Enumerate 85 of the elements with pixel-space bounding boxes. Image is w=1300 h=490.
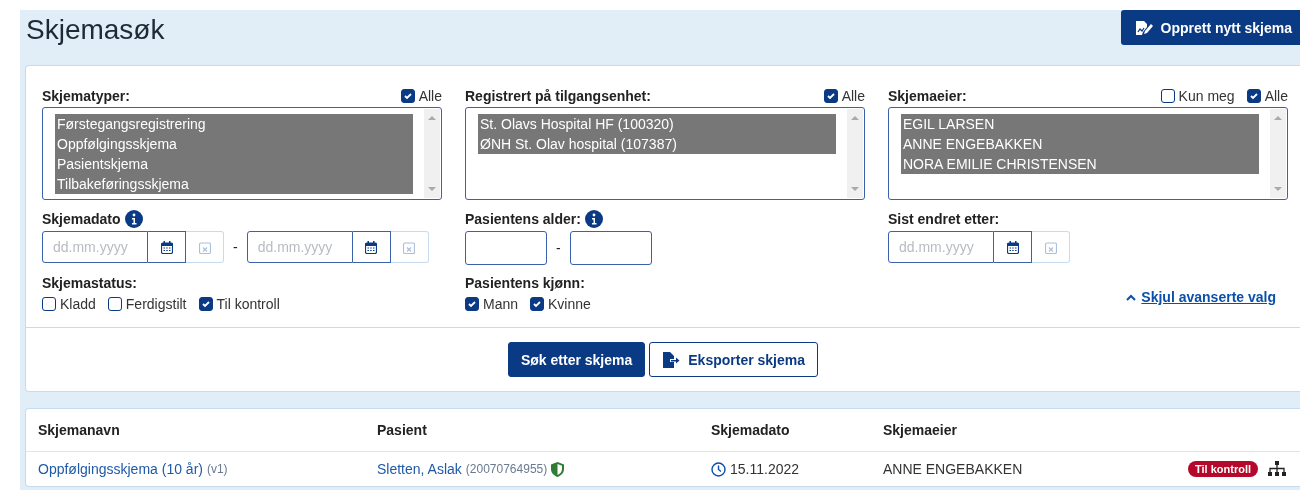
scroll-up-icon[interactable] xyxy=(851,115,859,121)
scrollbar[interactable] xyxy=(424,109,440,198)
list-option[interactable]: Oppfølgingsskjema xyxy=(55,134,413,154)
calendar-icon xyxy=(160,240,173,254)
date-input[interactable]: dd.mm.yyyy xyxy=(246,231,353,263)
check-icon xyxy=(200,299,211,309)
scroll-up-icon[interactable] xyxy=(428,115,436,121)
list-option[interactable]: St. Olavs Hospital HF (100320) xyxy=(478,114,836,134)
export-button[interactable]: Eksporter skjema xyxy=(649,342,818,377)
date-input[interactable]: dd.mm.yyyy xyxy=(888,231,994,263)
checkbox-option[interactable]: Ferdigstilt xyxy=(107,296,187,312)
column-header: Skjemadato xyxy=(711,422,791,438)
calendar-icon xyxy=(365,240,378,254)
checkbox-option[interactable]: Alle xyxy=(400,88,442,104)
check-icon xyxy=(825,91,836,101)
scroll-down-icon[interactable] xyxy=(428,186,436,192)
clock-icon xyxy=(711,461,726,477)
field-label: Skjemastatus: xyxy=(42,275,137,291)
chevron-up-icon xyxy=(1126,293,1137,301)
checkbox-option[interactable]: Kun meg xyxy=(1160,88,1235,104)
page-title: Skjemasøk xyxy=(26,14,165,46)
scrollbar[interactable] xyxy=(847,109,863,198)
range-separator: - xyxy=(556,240,561,256)
check-icon xyxy=(1248,91,1259,101)
field-label: Sist endret etter: xyxy=(888,211,1000,227)
field-label: Skjematyper: xyxy=(42,88,130,104)
range-separator: - xyxy=(233,239,238,255)
checkbox-option[interactable]: Til kontroll xyxy=(198,296,280,312)
calendar-button[interactable] xyxy=(994,231,1032,263)
check-icon xyxy=(532,299,543,309)
hide-advanced-link[interactable]: Skjul avanserte valg xyxy=(1141,289,1276,305)
checkbox-option[interactable]: Mann xyxy=(465,296,519,312)
field-label: Skjemaeier: xyxy=(888,88,967,104)
scrollbar[interactable] xyxy=(1270,109,1286,198)
form-name-link[interactable]: Oppfølgingsskjema (10 år) xyxy=(38,461,203,477)
table-cell: 15.11.2022 xyxy=(730,461,800,477)
clear-date-button[interactable] xyxy=(390,231,429,263)
list-option[interactable]: Førstegangsregistrering xyxy=(55,114,413,134)
hierarchy-icon[interactable] xyxy=(1268,461,1286,477)
calendar-clear-icon xyxy=(1044,240,1057,254)
export-file-icon xyxy=(662,351,681,368)
edit-document-icon xyxy=(1134,19,1153,36)
column-header: Skjemanavn xyxy=(38,422,121,438)
list-option[interactable]: ANNE ENGEBAKKEN xyxy=(901,134,1259,154)
checkbox-option[interactable]: Kvinne xyxy=(530,296,591,312)
list-option[interactable]: NORA EMILIE CHRISTENSEN xyxy=(901,154,1259,174)
status-badge: Til kontroll xyxy=(1187,461,1258,477)
check-icon xyxy=(467,299,477,309)
age-input[interactable] xyxy=(569,231,652,265)
multi-select-list[interactable]: St. Olavs Hospital HF (100320) ØNH St. Olav hospital (107387) xyxy=(465,107,865,200)
list-option[interactable]: EGIL LARSEN xyxy=(901,114,1259,134)
calendar-clear-icon xyxy=(403,240,416,254)
calendar-button[interactable] xyxy=(352,231,391,263)
info-icon[interactable] xyxy=(124,210,143,228)
checkbox-option[interactable]: Kladd xyxy=(42,296,96,312)
scroll-up-icon[interactable] xyxy=(1274,115,1282,121)
scroll-down-icon[interactable] xyxy=(851,186,859,192)
field-label: Pasientens alder: xyxy=(465,211,581,227)
multi-select-list[interactable]: EGIL LARSEN ANNE ENGEBAKKEN NORA EMILIE CHRISTENSEN xyxy=(888,107,1288,200)
shield-icon xyxy=(551,461,565,477)
create-form-button[interactable]: Opprett nytt skjema xyxy=(1120,10,1300,45)
column-header: Skjemaeier xyxy=(883,422,958,438)
age-input[interactable] xyxy=(465,231,547,265)
version-label: (v1) xyxy=(206,462,228,476)
check-icon xyxy=(402,91,413,101)
date-input[interactable]: dd.mm.yyyy xyxy=(42,231,148,263)
calendar-icon xyxy=(1006,240,1019,254)
calendar-button[interactable] xyxy=(148,231,186,263)
field-label: Registrert på tilgangsenhet: xyxy=(465,88,651,104)
list-option[interactable]: Tilbakeføringsskjema xyxy=(55,174,413,194)
list-option[interactable]: ØNH St. Olav hospital (107387) xyxy=(478,134,836,154)
checkbox-option[interactable]: Alle xyxy=(1246,88,1288,104)
info-icon[interactable] xyxy=(584,210,603,228)
field-label: Pasientens kjønn: xyxy=(465,275,585,291)
patient-link[interactable]: Sletten, Aslak xyxy=(377,461,462,477)
calendar-clear-icon xyxy=(198,240,211,254)
table-cell: ANNE ENGEBAKKEN xyxy=(883,461,1023,477)
checkbox-option[interactable]: Alle xyxy=(823,88,865,104)
scroll-down-icon[interactable] xyxy=(1274,186,1282,192)
search-button[interactable]: Søk etter skjema xyxy=(508,342,646,377)
column-header: Pasient xyxy=(377,422,428,438)
multi-select-list[interactable]: Førstegangsregistrering Oppfølgingsskjema Pasientskjema Tilbakeføringsskjema xyxy=(42,107,442,200)
field-label: Skjemadato xyxy=(42,211,121,227)
list-option[interactable]: Pasientskjema xyxy=(55,154,413,174)
patient-id: (20070764955) xyxy=(465,462,548,476)
